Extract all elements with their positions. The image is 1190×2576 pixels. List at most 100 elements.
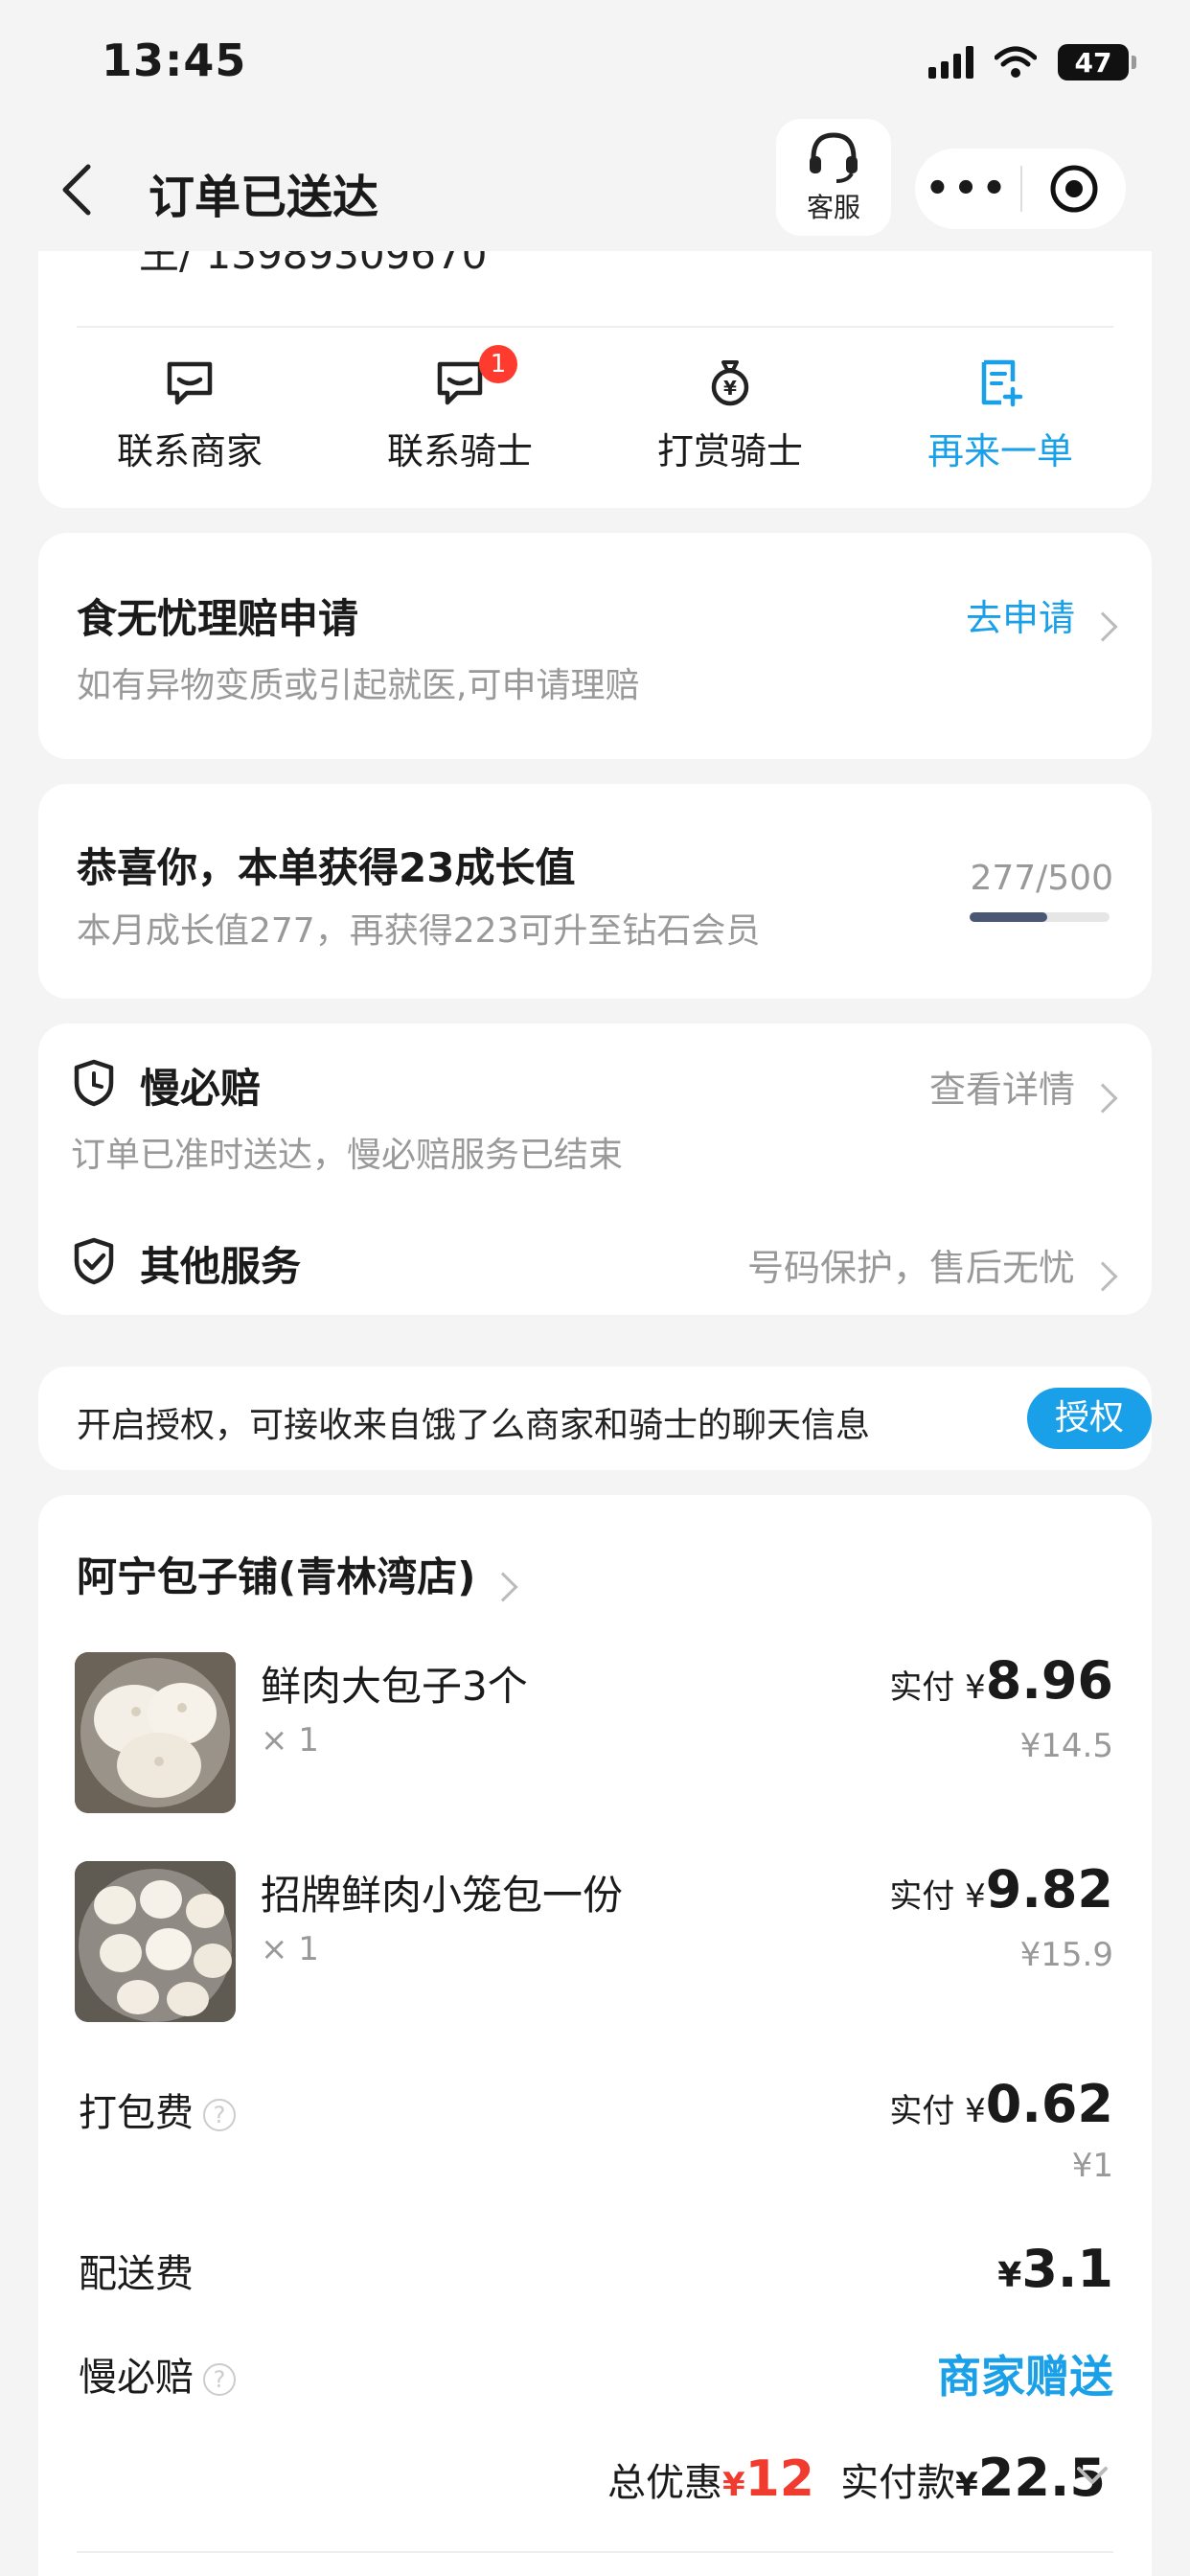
authorize-button[interactable]: 授权 (1027, 1388, 1152, 1449)
slow-details-link[interactable]: 查看详情 (928, 1060, 1118, 1114)
slow-compensation-title: 慢必赔 (140, 1065, 262, 1112)
currency-symbol: ¥ (721, 2466, 745, 2504)
other-services-link[interactable]: 号码保护，售后无忧 (746, 1238, 1118, 1292)
paid-label: 实付 ¥ (889, 2092, 986, 2130)
total-paid-label: 实付款 (840, 2461, 956, 2505)
item-qty: × 1 (261, 1721, 319, 1760)
auth-text: 开启授权，可接收来自饿了么商家和骑士的聊天信息 (77, 1406, 871, 1445)
growth-progress-text: 277/500 (970, 859, 1113, 898)
bottom-divider (77, 2551, 1113, 2553)
services-card: 慢必赔 查看详情 订单已准时送达，慢必赔服务已结束 其他服务 号码保护，售后无忧 (38, 1024, 1152, 1315)
paid-label: 实付 ¥ (889, 1668, 986, 1707)
item-paid: 实付 ¥8.96 (889, 1650, 1113, 1711)
more-button[interactable]: ••• (915, 149, 1020, 229)
page-title: 订单已送达 (149, 171, 379, 224)
growth-progress-bar (970, 912, 1110, 922)
packing-fee-label: 打包费 (79, 2091, 194, 2135)
unread-badge: 1 (479, 345, 517, 383)
item-name: 招牌鲜肉小笼包一份 (261, 1872, 624, 1919)
contact-divider (77, 326, 1113, 328)
slow-details-label: 查看详情 (928, 1069, 1075, 1111)
delivery-fee-label: 配送费 (79, 2252, 194, 2296)
discount-amount: 12 (744, 2450, 814, 2508)
order-total[interactable]: 总优惠¥12 实付款¥22.5 (607, 2448, 1106, 2508)
close-button[interactable] (1022, 163, 1126, 215)
currency-symbol: ¥ (955, 2466, 978, 2504)
item-original-price: ¥14.5 (1019, 1727, 1113, 1765)
item-paid: 实付 ¥9.82 (889, 1859, 1113, 1920)
signal-icon (928, 46, 973, 79)
battery-icon: 47 (1058, 44, 1136, 80)
chat-bubble-icon (167, 361, 213, 405)
top-bar: 13:45 47 订单已送达 客服 ••• (0, 0, 1190, 251)
slow-compensation-label: 慢必赔 (79, 2356, 194, 2400)
status-icons: 47 (928, 44, 1136, 80)
contact-merchant-button[interactable]: 联系商家 (75, 356, 305, 474)
contact-merchant-label: 联系商家 (116, 430, 263, 472)
growth-title: 恭喜你，本单获得23成长值 (77, 844, 576, 891)
packing-fee-paid: 实付 ¥0.62 (889, 2074, 1113, 2134)
mini-program-capsule: ••• (915, 149, 1126, 229)
chevron-right-icon (1087, 1260, 1118, 1292)
item-thumbnail[interactable] (75, 1652, 236, 1813)
check-shield-icon (74, 1237, 114, 1285)
help-icon[interactable]: ? (203, 2099, 236, 2131)
slow-compensation-row: 慢必赔? (79, 2346, 236, 2402)
claim-card[interactable]: 食无忧理赔申请 如有异物变质或引起就医,可申请理赔 去申请 (38, 533, 1152, 759)
auth-banner: 开启授权，可接收来自饿了么商家和骑士的聊天信息 (38, 1367, 1152, 1470)
reorder-button[interactable]: 再来一单 (885, 356, 1115, 474)
shop-name: 阿宁包子铺(青林湾店) (77, 1553, 476, 1600)
battery-level: 47 (1074, 46, 1112, 79)
paid-amount: 8.96 (985, 1650, 1113, 1711)
help-icon[interactable]: ? (203, 2363, 236, 2396)
target-icon (1050, 165, 1098, 213)
item-qty: × 1 (261, 1930, 319, 1968)
claim-apply-label: 去申请 (965, 597, 1075, 639)
customer-service-button[interactable]: 客服 (776, 119, 891, 236)
chevron-right-icon (1087, 610, 1118, 642)
growth-progress-fill (970, 912, 1047, 922)
item-thumbnail[interactable] (75, 1861, 236, 2022)
delivery-fee-value: ¥3.1 (997, 2239, 1113, 2299)
contact-rider-label: 联系骑士 (386, 430, 533, 472)
shop-link[interactable]: 阿宁包子铺(青林湾店) (77, 1545, 518, 1603)
other-services-title: 其他服务 (140, 1243, 302, 1290)
tip-rider-button[interactable]: ¥ 打赏骑士 (615, 356, 845, 474)
currency-symbol: ¥ (997, 2256, 1022, 2295)
tip-rider-label: 打赏骑士 (656, 430, 803, 472)
customer-service-label: 客服 (806, 192, 860, 223)
chevron-right-icon (1087, 1082, 1118, 1114)
paid-amount: 0.62 (985, 2074, 1113, 2134)
growth-subtitle: 本月成长值277，再获得223可升至钻石会员 (77, 911, 761, 951)
packing-original-price: ¥1 (1071, 2147, 1113, 2185)
chevron-down-icon[interactable] (1075, 2465, 1110, 2488)
claim-title: 食无忧理赔申请 (77, 595, 359, 642)
clock-shield-icon (74, 1059, 114, 1107)
back-arrow-icon[interactable] (57, 161, 96, 218)
growth-card: 恭喜你，本单获得23成长值 本月成长值277，再获得223可升至钻石会员 277… (38, 784, 1152, 999)
contact-rider-button[interactable]: 1 联系骑士 (345, 345, 575, 474)
reorder-icon (981, 359, 1023, 407)
discount-label: 总优惠 (606, 2461, 722, 2505)
paid-amount: 9.82 (985, 1859, 1113, 1920)
bun-image (75, 1861, 236, 2022)
status-time: 13:45 (102, 34, 247, 86)
reorder-label: 再来一单 (927, 430, 1073, 472)
item-original-price: ¥15.9 (1019, 1936, 1113, 1974)
claim-apply-link[interactable]: 去申请 (965, 588, 1118, 642)
item-name: 鲜肉大包子3个 (261, 1663, 528, 1710)
chevron-right-icon (488, 1571, 518, 1602)
other-services-desc: 号码保护，售后无忧 (746, 1247, 1075, 1289)
money-bag-icon: ¥ (711, 360, 749, 406)
delivery-fee-amount: 3.1 (1021, 2239, 1113, 2299)
packing-fee-row: 打包费? (79, 2082, 236, 2137)
slow-compensation-value: 商家赠送 (937, 2351, 1113, 2403)
wifi-icon (995, 46, 1037, 78)
claim-subtitle: 如有异物变质或引起就医,可申请理赔 (77, 666, 640, 705)
headset-icon (810, 132, 858, 183)
paid-label: 实付 ¥ (889, 1877, 986, 1916)
svg-text:¥: ¥ (723, 377, 737, 400)
slow-compensation-desc: 订单已准时送达，慢必赔服务已结束 (71, 1136, 624, 1175)
bun-image (75, 1652, 236, 1813)
chat-bubble-icon (437, 361, 483, 405)
